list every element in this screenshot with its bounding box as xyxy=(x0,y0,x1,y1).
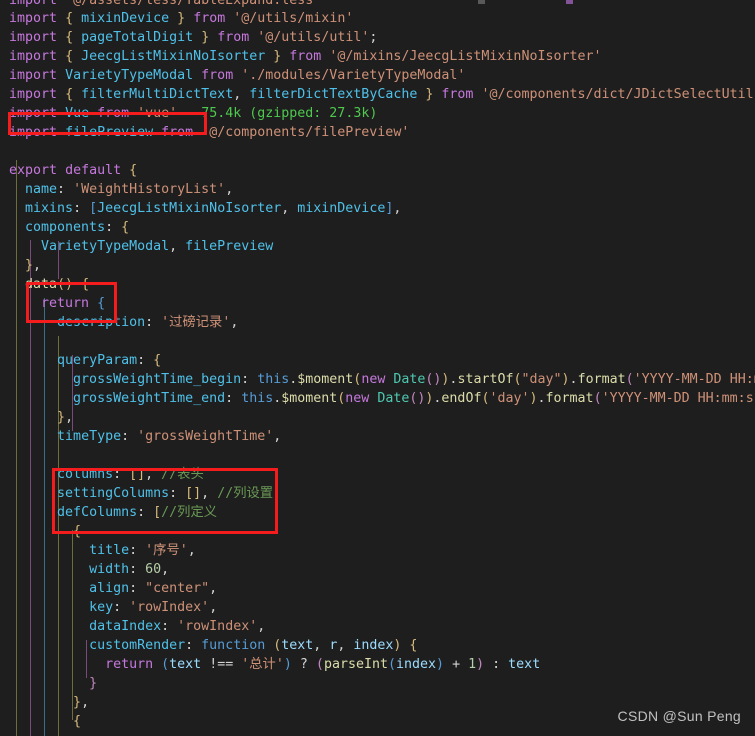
scroll-marker-1 xyxy=(478,0,485,4)
code-line: VarietyTypeModal, filePreview xyxy=(41,239,274,254)
clipped-top-line: import '@/assets/less/TableExpand.less' xyxy=(0,0,755,9)
code-line: width: 60, xyxy=(89,562,170,577)
code-line: } xyxy=(89,676,98,691)
import-cost-hint: 75.4k (gzipped: 27.3k) xyxy=(201,106,378,121)
code-line: import { pageTotalDigit } from '@/utils/… xyxy=(9,30,378,45)
code-line: timeType: 'grossWeightTime', xyxy=(57,429,282,444)
code-line: align: "center", xyxy=(89,581,218,596)
code-line: title: '序号', xyxy=(89,543,196,558)
code-line-data-fn: data() { xyxy=(25,277,90,292)
code-line: import { JeecgListMixinNoIsorter } from … xyxy=(9,49,602,64)
code-line: description: '过磅记录', xyxy=(57,315,239,330)
code-line-return: return { xyxy=(41,296,106,311)
code-line: key: 'rowIndex', xyxy=(89,600,218,615)
watermark: CSDN @Sun Peng xyxy=(617,708,741,724)
code-line-columns: columns: [], //表头 xyxy=(57,467,204,482)
code-line-import-vue: import Vue from 'vue' 75.4k (gzipped: 27… xyxy=(9,106,378,121)
code-line: queryParam: { xyxy=(57,353,162,368)
code-line-def-columns: defColumns: [//列定义 xyxy=(57,505,218,520)
code-line: mixins: [JeecgListMixinNoIsorter, mixinD… xyxy=(25,201,402,216)
scroll-marker-2 xyxy=(566,0,573,4)
code-line: { xyxy=(73,524,82,539)
code-line: import { filterMultiDictText, filterDict… xyxy=(9,87,755,102)
code-content[interactable]: import { mixinDevice } from '@/utils/mix… xyxy=(0,9,755,736)
code-line: import VarietyTypeModal from './modules/… xyxy=(9,68,466,83)
code-line: grossWeightTime_begin: this.$moment(new … xyxy=(73,372,755,387)
code-line: grossWeightTime_end: this.$moment(new Da… xyxy=(73,391,755,406)
code-line: import filePreview from '@/components/fi… xyxy=(9,125,410,140)
code-line: dataIndex: 'rowIndex', xyxy=(89,619,266,634)
code-line: export default { xyxy=(9,163,138,178)
code-line-setting-columns: settingColumns: [], //列设置 xyxy=(57,486,274,501)
code-line-top-partial: import '@/assets/less/TableExpand.less' xyxy=(9,0,322,8)
code-line: return (text !== '总计') ? (parseInt(index… xyxy=(105,657,541,672)
code-line: }, xyxy=(25,258,42,273)
code-line: components: { xyxy=(25,220,130,235)
code-line: import { mixinDevice } from '@/utils/mix… xyxy=(9,11,354,26)
code-editor-screenshot: import '@/assets/less/TableExpand.less' … xyxy=(0,0,755,736)
code-line: customRender: function (text, r, index) … xyxy=(89,638,418,653)
code-line: }, xyxy=(57,410,74,425)
code-line: name: 'WeightHistoryList', xyxy=(25,182,234,197)
